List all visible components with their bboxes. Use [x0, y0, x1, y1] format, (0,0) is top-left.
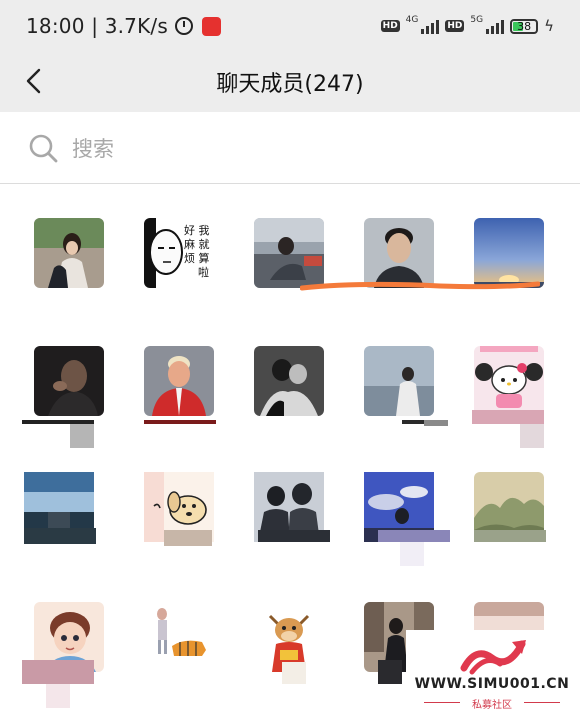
redaction-bar-5 [24, 528, 96, 544]
watermark-line-right [524, 702, 560, 703]
hd-badge: HD [380, 20, 400, 32]
avatar-hello-kitty-icon [474, 346, 544, 416]
avatar-drawing-tiger-icon [144, 602, 214, 672]
charging-icon: ϟ [544, 17, 554, 35]
member-avatar-1[interactable] [34, 218, 104, 288]
status-time-speed: 18:00 | 3.7K/s [26, 14, 168, 38]
redaction-bar-9 [474, 530, 546, 542]
member-avatar-17[interactable] [144, 602, 214, 672]
svg-text:烦 算: 烦 算 [184, 251, 210, 265]
redaction-block-12 [378, 660, 402, 684]
redaction-bar-7 [258, 530, 330, 542]
member-avatar-10[interactable] [474, 346, 544, 416]
nav-bar: 聊天成员(247) [0, 52, 580, 112]
avatar-photo-sunset-sky-icon [474, 218, 544, 288]
redaction-bar-6 [164, 530, 212, 546]
watermark-url: WWW.SIMU001.CN [414, 676, 570, 692]
hd-badge-2: HD [445, 20, 465, 32]
watermark-subtitle: 私募社区 [472, 700, 512, 711]
signal-icon [421, 18, 440, 34]
member-avatar-6[interactable] [34, 346, 104, 416]
redaction-bar-4 [472, 410, 544, 424]
avatar-photo-couple-car-icon [254, 218, 324, 288]
page-title: 聊天成员(247) [216, 72, 364, 97]
redaction-block-11 [282, 662, 306, 684]
member-avatar-8[interactable] [254, 346, 324, 416]
member-grid: 好 我 麻 就 烦 算 啦 WWW.SIMU001.CN 私募社区 [0, 184, 580, 715]
avatar-photo-black-white-icon [254, 346, 324, 416]
svg-text:啦: 啦 [198, 265, 209, 279]
member-avatar-4[interactable] [364, 218, 434, 288]
redaction-block-10 [46, 684, 70, 708]
battery-icon: 38 [510, 18, 539, 34]
back-arrow-icon[interactable] [20, 66, 50, 96]
site-watermark: WWW.SIMU001.CN 私募社区 [406, 630, 578, 712]
avatar-photo-dark-portrait-icon [34, 346, 104, 416]
avatar-meme-saitama-icon: 好 我 麻 就 烦 算 啦 [144, 218, 214, 288]
avatar-photo-red-jacket-icon [144, 346, 214, 416]
redaction-block-8 [400, 542, 424, 566]
alarm-clock-icon [174, 17, 193, 35]
app-notification-icon [201, 16, 221, 36]
redaction-bar-2 [144, 420, 216, 424]
status-bar: 18:00 | 3.7K/s HD 4G HD 5G 38 ϟ [0, 0, 580, 52]
redaction-block-1 [70, 424, 94, 448]
network-type-5g: 5G [470, 15, 484, 25]
redaction-block-4 [520, 424, 544, 448]
member-avatar-9[interactable] [364, 346, 434, 416]
orange-brush-stroke [300, 281, 540, 291]
svg-text:麻 就: 麻 就 [184, 237, 210, 251]
avatar-photo-man-seaside-icon [364, 346, 434, 416]
network-type-4g: 4G [405, 15, 419, 25]
avatar-photo-man-portrait-icon [364, 218, 434, 288]
redaction-block-3 [424, 420, 448, 426]
status-indicators: HD 4G HD 5G 38 ϟ [380, 15, 554, 35]
member-avatar-3[interactable] [254, 218, 324, 288]
member-avatar-2[interactable]: 好 我 麻 就 烦 算 啦 [144, 218, 214, 288]
search-input[interactable]: 搜索 [72, 133, 114, 163]
avatar-photo-couple-icon [34, 218, 104, 288]
battery-level: 38 [517, 19, 532, 33]
search-bar[interactable]: 搜索 [0, 112, 580, 184]
redaction-bar-10 [22, 660, 94, 684]
member-avatar-7[interactable] [144, 346, 214, 416]
svg-text:好 我: 好 我 [184, 223, 210, 237]
watermark-logo-icon [460, 640, 526, 675]
search-icon [29, 134, 58, 162]
member-avatar-5[interactable] [474, 218, 544, 288]
redaction-bar-8 [378, 530, 450, 542]
signal-icon-2 [486, 18, 505, 34]
